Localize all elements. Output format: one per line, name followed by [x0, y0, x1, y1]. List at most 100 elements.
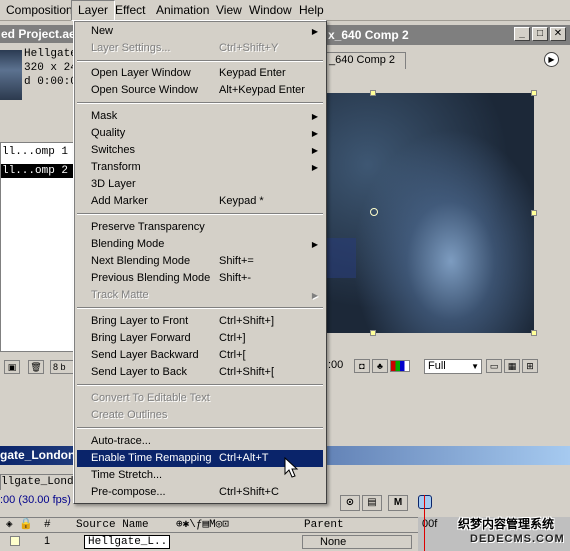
label-color-swatch[interactable] [10, 536, 20, 546]
mouse-cursor-icon [284, 457, 299, 478]
frame-blending-icon[interactable]: ▤ [362, 495, 382, 511]
resolution-value: Full [428, 360, 446, 372]
menu-item-blending-mode[interactable]: Blending Mode ▶ [77, 236, 323, 253]
column-source-name[interactable]: Source Name [76, 518, 149, 533]
switches-icons: ⊕✱\ƒ▤M◎⊡ [176, 519, 229, 531]
menu-effect[interactable]: Effect [109, 0, 151, 21]
comp-options-icon[interactable]: ▶ [544, 52, 559, 67]
submenu-arrow-icon: ▶ [311, 146, 318, 155]
layer-handle[interactable] [531, 210, 537, 216]
current-time-line [424, 495, 425, 551]
motion-blur-icon[interactable]: M [388, 495, 408, 511]
project-footer: ▣ 🗑 8 b [0, 358, 78, 376]
layer-handle[interactable] [370, 330, 376, 336]
submenu-arrow-icon: ▶ [311, 291, 318, 300]
menu-separator [77, 307, 323, 309]
watermark-text: 织梦内容管理系统 [458, 517, 555, 531]
transparency-grid-button[interactable]: ▦ [504, 359, 520, 373]
menu-item-convert-editable-text: Convert To Editable Text [91, 392, 210, 404]
layer-handle[interactable] [531, 330, 537, 336]
comp-window-title[interactable]: x_640 Comp 2 _ □ ✕ [326, 25, 570, 45]
menu-item-track-matte: Track Matte ▶ [77, 287, 323, 304]
footage-thumbnail [0, 50, 22, 100]
menu-item-new[interactable]: New ▶ [77, 23, 323, 40]
draft-3d-icon[interactable]: ⊙ [340, 495, 360, 511]
chevron-down-icon: ▼ [471, 362, 479, 371]
footage-duration: d 0:00:0 [24, 76, 77, 88]
comp-tab[interactable]: _640 Comp 2 [326, 52, 406, 69]
menu-item-transform[interactable]: Transform ▶ [77, 159, 323, 176]
scene-shape [326, 238, 356, 278]
menu-item-preserve-transparency[interactable]: Preserve Transparency [77, 219, 323, 236]
menu-bar: Composition Layer Effect Animation View … [0, 0, 570, 21]
menu-item-send-to-back[interactable]: Send Layer to Back Ctrl+Shift+[ [77, 364, 323, 381]
menu-item-open-source-window[interactable]: Open Source Window Alt+Keypad Enter [77, 82, 323, 99]
layer-handle[interactable] [531, 90, 537, 96]
menu-item-add-marker[interactable]: Add Marker Keypad * [77, 193, 323, 210]
menu-item-bring-to-front[interactable]: Bring Layer to Front Ctrl+Shift+] [77, 313, 323, 330]
trash-button[interactable]: 🗑 [28, 360, 44, 374]
layer-menu: New ▶ Layer Settings... Ctrl+Shift+Y Open … [73, 20, 327, 504]
menu-help[interactable]: Help [293, 0, 330, 21]
snapshot-button[interactable]: ◘ [354, 359, 370, 373]
close-button[interactable]: ✕ [550, 27, 566, 41]
channel-icon[interactable] [390, 360, 410, 372]
menu-item-create-outlines: Create Outlines [91, 409, 168, 421]
comp-viewer[interactable] [326, 90, 537, 336]
footage-name: Hellgate [24, 48, 77, 60]
menu-item-bring-forward[interactable]: Bring Layer Forward Ctrl+] [77, 330, 323, 347]
menu-window[interactable]: Window [243, 0, 298, 21]
menu-item-switches[interactable]: Switches ▶ [77, 142, 323, 159]
column-number: # [44, 519, 51, 531]
comp-flowchart-button[interactable]: ⊞ [522, 359, 538, 373]
menu-separator [77, 213, 323, 215]
menu-item-next-blending-mode[interactable]: Next Blending Mode Shift+= [77, 253, 323, 270]
menu-animation[interactable]: Animation [150, 0, 215, 21]
current-time-indicator[interactable] [418, 495, 432, 509]
comp-time-readout[interactable]: :00 [328, 359, 343, 371]
submenu-arrow-icon: ▶ [311, 112, 318, 121]
maximize-button[interactable]: □ [532, 27, 548, 41]
submenu-arrow-icon: ▶ [311, 240, 318, 249]
menu-item-previous-blending-mode[interactable]: Previous Blending Mode Shift+- [77, 270, 323, 287]
submenu-arrow-icon: ▶ [311, 27, 318, 36]
menu-item-auto-trace[interactable]: Auto-trace... [77, 433, 323, 450]
menu-item-send-backward[interactable]: Send Layer Backward Ctrl+[ [77, 347, 323, 364]
comp-title-text: x_640 Comp 2 [328, 28, 409, 42]
show-snapshot-button[interactable]: ♣ [372, 359, 388, 373]
submenu-arrow-icon: ▶ [311, 163, 318, 172]
project-item[interactable]: ll...omp 1 [ [1, 145, 77, 159]
footage-size: 320 x 24 [24, 62, 77, 74]
watermark-url: DEDECMS.COM [470, 533, 565, 545]
av-switch-icon: ◈ 🔒 [6, 519, 33, 531]
resolution-select[interactable]: Full ▼ [424, 359, 482, 374]
region-of-interest-button[interactable]: ▭ [486, 359, 502, 373]
menu-separator [77, 60, 323, 62]
menu-item-quality[interactable]: Quality ▶ [77, 125, 323, 142]
layer-index: 1 [44, 535, 51, 547]
menu-composition[interactable]: Composition [0, 0, 79, 21]
menu-separator [77, 384, 323, 386]
menu-separator [77, 427, 323, 429]
menu-item-3d-layer[interactable]: 3D Layer [77, 176, 323, 193]
project-window-title[interactable]: ed Project.ae [0, 25, 78, 43]
menu-item-mask[interactable]: Mask ▶ [77, 108, 323, 125]
layer-handle[interactable] [370, 90, 376, 96]
submenu-arrow-icon: ▶ [311, 129, 318, 138]
minimize-button[interactable]: _ [514, 27, 530, 41]
menu-separator [77, 102, 323, 104]
timeline-current-time[interactable]: :00 (30.00 fps) [0, 494, 71, 506]
anchor-point-icon[interactable] [370, 208, 378, 216]
menu-item-open-layer-window[interactable]: Open Layer Window Keypad Enter [77, 65, 323, 82]
comp-tab-label: _640 Comp 2 [329, 54, 396, 66]
column-parent[interactable]: Parent [304, 518, 344, 533]
project-item-list: ll...omp 1 [ ll...omp 2 [ [0, 142, 78, 352]
parent-select[interactable]: None [302, 535, 412, 549]
layer-name-field[interactable]: Hellgate_L... [84, 535, 170, 549]
new-folder-button[interactable]: ▣ [4, 360, 20, 374]
parent-value: None [320, 536, 347, 548]
color-depth-button[interactable]: 8 b [50, 360, 74, 374]
menu-item-layer-settings: Layer Settings... Ctrl+Shift+Y [91, 42, 279, 54]
menu-item-pre-compose[interactable]: Pre-compose... Ctrl+Shift+C [77, 484, 323, 501]
project-item-selected[interactable]: ll...omp 2 [ [1, 164, 77, 178]
